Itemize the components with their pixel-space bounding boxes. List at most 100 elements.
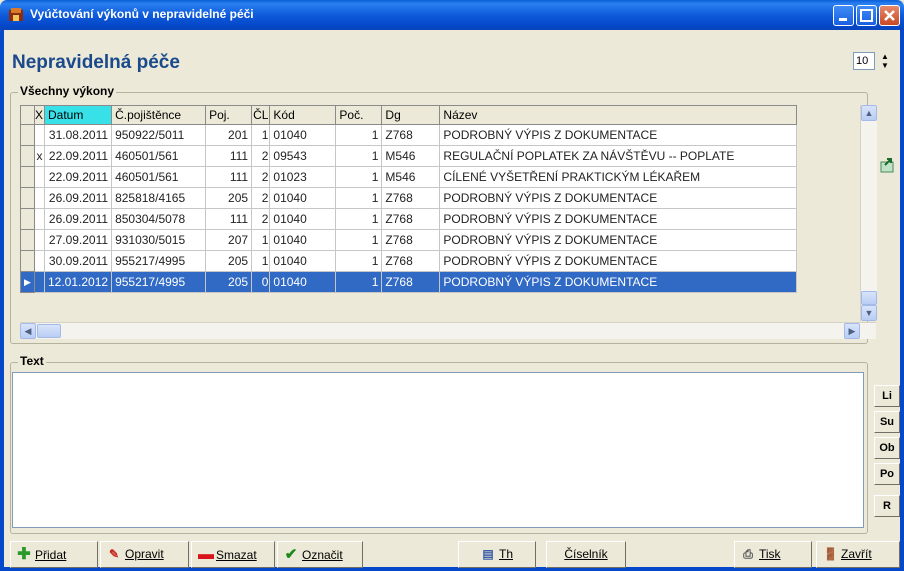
col-header-kod[interactable]: Kód: [269, 105, 337, 125]
cell-poc[interactable]: 1: [335, 250, 383, 272]
cell-poc[interactable]: 1: [335, 208, 383, 230]
cell-poj[interactable]: 111: [205, 208, 253, 230]
cell-x[interactable]: [34, 229, 45, 251]
cell-poj[interactable]: 207: [205, 229, 253, 251]
cell-kod[interactable]: 01040: [269, 229, 337, 251]
cell-poc[interactable]: 1: [335, 145, 383, 167]
delete-button[interactable]: ▬ Smazat: [191, 541, 275, 568]
row-indicator[interactable]: [20, 229, 35, 251]
col-header-poc[interactable]: Poč.: [335, 105, 383, 125]
format-button-po[interactable]: Po: [874, 463, 900, 485]
table-row[interactable]: 26.09.2011 825818/4165 205 2 01040 1 Z76…: [20, 187, 798, 209]
cell-datum[interactable]: 31.08.2011: [43, 124, 113, 146]
format-button-ob[interactable]: Ob: [874, 437, 900, 459]
cell-cislo[interactable]: 955217/4995: [111, 271, 207, 293]
row-indicator[interactable]: [20, 208, 35, 230]
cell-x[interactable]: [34, 187, 45, 209]
cell-cislo[interactable]: 850304/5078: [111, 208, 207, 230]
cell-poj[interactable]: 205: [205, 187, 253, 209]
cell-cislo[interactable]: 931030/5015: [111, 229, 207, 251]
scroll-down-icon[interactable]: ▼: [861, 305, 877, 321]
cell-cislo[interactable]: 460501/561: [111, 166, 207, 188]
cell-nazev[interactable]: CÍLENÉ VYŠETŘENÍ PRAKTICKÝM LÉKAŘEM: [439, 166, 798, 188]
cell-x[interactable]: [34, 124, 45, 146]
cell-cl[interactable]: 1: [251, 124, 271, 146]
row-indicator[interactable]: [20, 166, 35, 188]
format-button-r[interactable]: R: [874, 495, 900, 517]
spin-down-icon[interactable]: ▼: [878, 61, 892, 70]
scroll-left-icon[interactable]: ◀: [20, 323, 36, 339]
grid-vertical-scrollbar[interactable]: ▲ ▼: [860, 105, 877, 321]
row-indicator-current-icon[interactable]: ▶: [20, 271, 35, 293]
cell-cislo[interactable]: 955217/4995: [111, 250, 207, 272]
cell-poc[interactable]: 1: [335, 187, 383, 209]
cell-kod[interactable]: 09543: [269, 145, 337, 167]
mark-button[interactable]: ✔ Označit: [277, 541, 363, 568]
cell-kod[interactable]: 01040: [269, 187, 337, 209]
cell-datum[interactable]: 22.09.2011: [43, 166, 113, 188]
col-header-x[interactable]: X: [34, 105, 45, 125]
edit-button[interactable]: ✎ Opravit: [100, 541, 189, 568]
cell-datum[interactable]: 26.09.2011: [43, 208, 113, 230]
cell-datum[interactable]: 22.09.2011: [43, 145, 113, 167]
table-row[interactable]: 31.08.2011 950922/5011 201 1 01040 1 Z76…: [20, 124, 798, 146]
cell-x[interactable]: [34, 271, 45, 293]
th-button[interactable]: ▤ Th: [458, 541, 536, 568]
cell-dg[interactable]: Z768: [381, 208, 441, 230]
cell-dg[interactable]: Z768: [381, 124, 441, 146]
title-bar[interactable]: Vyúčtování výkonů v nepravidelné péči: [0, 0, 904, 30]
cell-nazev[interactable]: PODROBNÝ VÝPIS Z DOKUMENTACE: [439, 187, 798, 209]
maximize-button[interactable]: [856, 5, 877, 26]
row-count-input[interactable]: 10: [853, 52, 875, 70]
cell-datum[interactable]: 27.09.2011: [43, 229, 113, 251]
cell-kod[interactable]: 01023: [269, 166, 337, 188]
cell-cl[interactable]: 1: [251, 250, 271, 272]
cell-dg[interactable]: Z768: [381, 229, 441, 251]
cell-datum[interactable]: 12.01.2012: [43, 271, 113, 293]
cell-nazev[interactable]: PODROBNÝ VÝPIS Z DOKUMENTACE: [439, 229, 798, 251]
cell-poc[interactable]: 1: [335, 271, 383, 293]
cell-poj[interactable]: 111: [205, 145, 253, 167]
cell-nazev[interactable]: REGULAČNÍ POPLATEK ZA NÁVŠTĚVU -- POPLAT…: [439, 145, 798, 167]
grid-horizontal-scrollbar[interactable]: ◀ ▶: [20, 322, 876, 339]
cell-cl[interactable]: 2: [251, 166, 271, 188]
col-header-datum[interactable]: Datum: [43, 105, 113, 125]
table-row[interactable]: 27.09.2011 931030/5015 207 1 01040 1 Z76…: [20, 229, 798, 251]
export-icon[interactable]: [879, 156, 897, 174]
col-header-poj[interactable]: Poj.: [205, 105, 253, 125]
cell-poc[interactable]: 1: [335, 229, 383, 251]
cell-nazev[interactable]: PODROBNÝ VÝPIS Z DOKUMENTACE: [439, 271, 798, 293]
cell-poj[interactable]: 201: [205, 124, 253, 146]
cell-nazev[interactable]: PODROBNÝ VÝPIS Z DOKUMENTACE: [439, 208, 798, 230]
row-indicator[interactable]: [20, 187, 35, 209]
cell-cislo[interactable]: 460501/561: [111, 145, 207, 167]
procedures-table[interactable]: X Datum Č.pojištěnce Poj. ČL Kód Poč. Dg…: [20, 105, 798, 293]
col-header-nazev[interactable]: Název: [439, 105, 798, 125]
cell-dg[interactable]: M546: [381, 145, 441, 167]
scroll-thumb[interactable]: [861, 291, 877, 305]
format-button-su[interactable]: Su: [874, 411, 900, 433]
format-button-li[interactable]: Li: [874, 385, 900, 407]
scroll-right-icon[interactable]: ▶: [844, 323, 860, 339]
cell-nazev[interactable]: PODROBNÝ VÝPIS Z DOKUMENTACE: [439, 250, 798, 272]
cell-x[interactable]: [34, 250, 45, 272]
cell-poj[interactable]: 205: [205, 250, 253, 272]
cell-x[interactable]: [34, 166, 45, 188]
table-row[interactable]: 30.09.2011 955217/4995 205 1 01040 1 Z76…: [20, 250, 798, 272]
col-header-dg[interactable]: Dg: [381, 105, 441, 125]
row-indicator[interactable]: [20, 145, 35, 167]
cell-datum[interactable]: 26.09.2011: [43, 187, 113, 209]
row-count-spinner[interactable]: ▲ ▼: [878, 52, 892, 70]
text-editor[interactable]: [12, 372, 864, 528]
scroll-thumb-horizontal[interactable]: [37, 324, 61, 338]
cell-poc[interactable]: 1: [335, 124, 383, 146]
cell-poj[interactable]: 205: [205, 271, 253, 293]
cell-kod[interactable]: 01040: [269, 250, 337, 272]
minimize-button[interactable]: [833, 5, 854, 26]
spin-up-icon[interactable]: ▲: [878, 52, 892, 61]
cell-x[interactable]: [34, 208, 45, 230]
cell-dg[interactable]: Z768: [381, 250, 441, 272]
print-button[interactable]: ⎙ Tisk: [734, 541, 812, 568]
cell-dg[interactable]: Z768: [381, 187, 441, 209]
add-button[interactable]: ✚ Přidat: [10, 541, 98, 568]
